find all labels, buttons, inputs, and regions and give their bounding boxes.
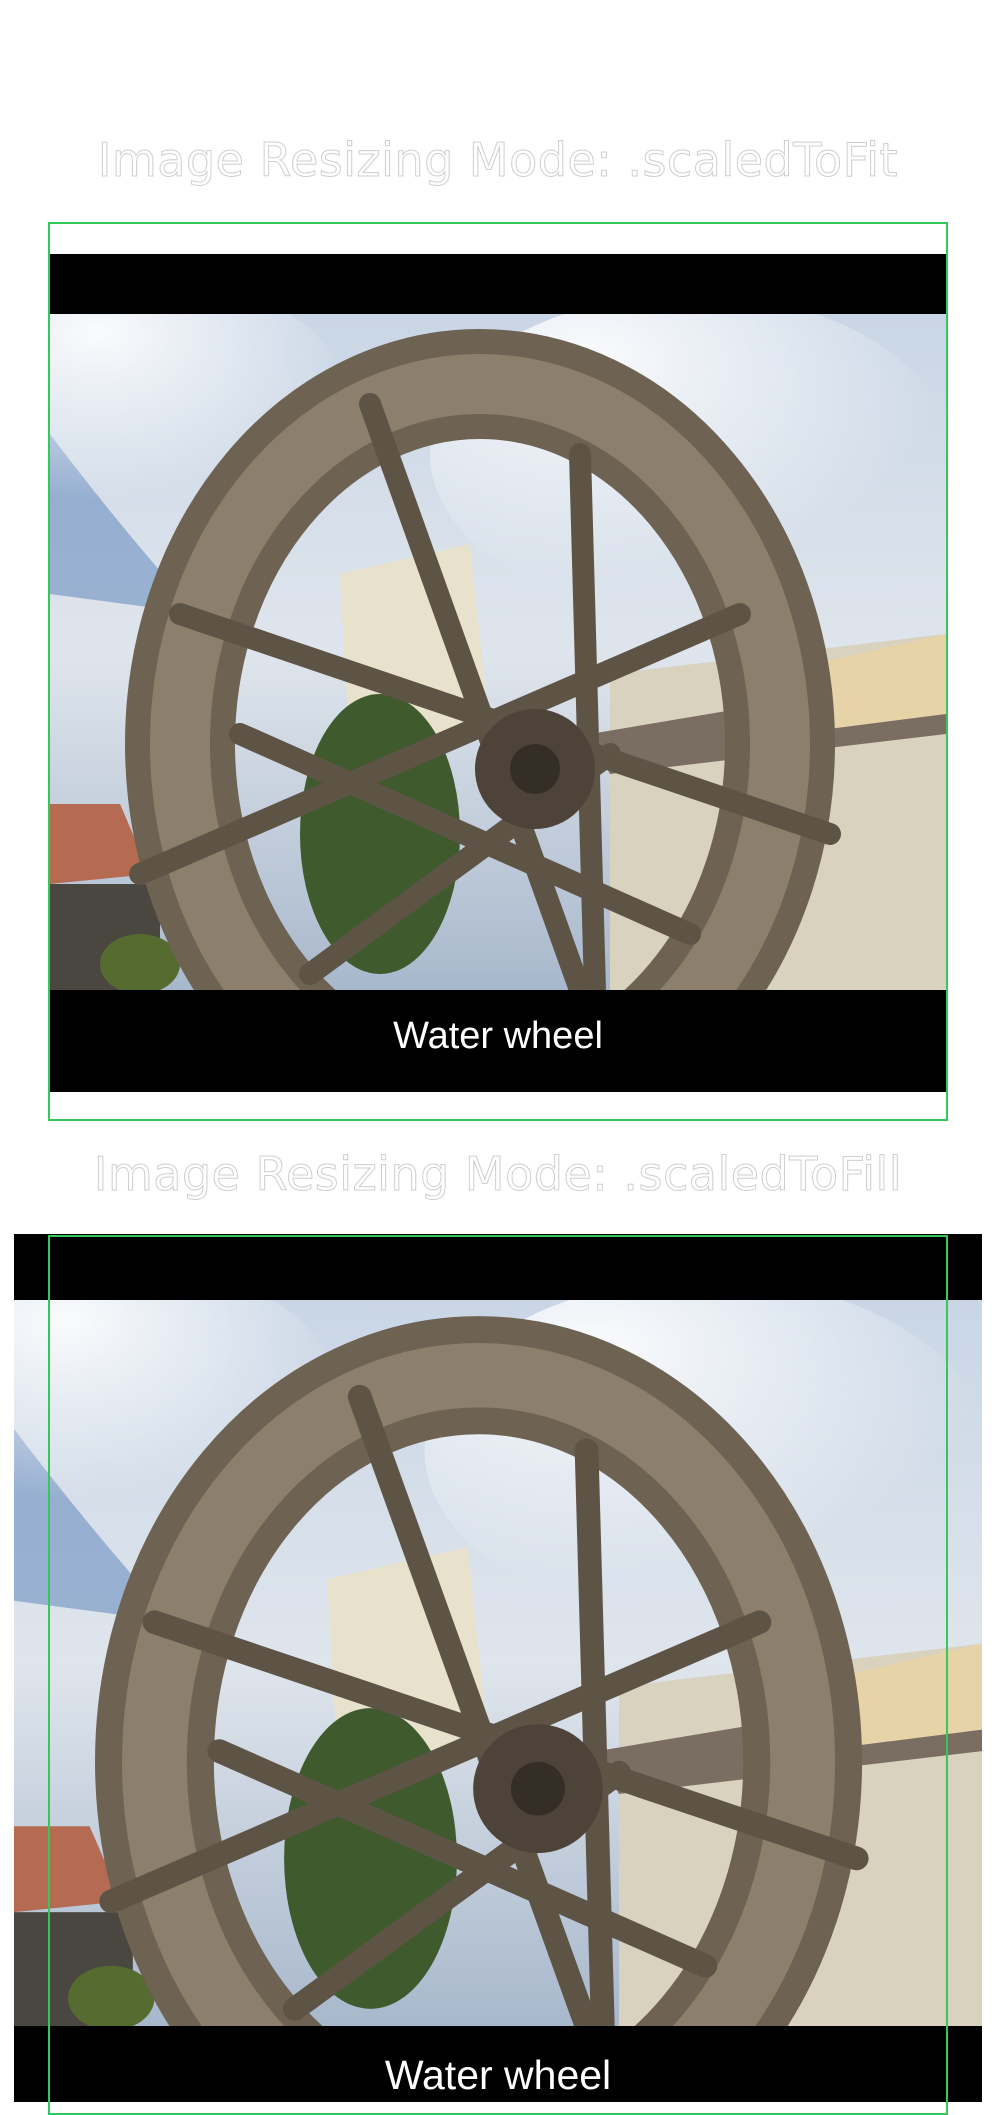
water-wheel-photo	[50, 314, 946, 990]
mode-title-scaled-to-fit: Image Resizing Mode: .scaledToFit	[97, 133, 899, 188]
scaled-to-fill-image-container: Water wheel	[14, 1234, 982, 2102]
image-caption: Water wheel	[384, 2052, 612, 2098]
scaled-to-fit-image-container: Water wheel	[50, 254, 946, 1092]
water-wheel-photo	[14, 1300, 982, 2026]
mode-title-scaled-to-fill: Image Resizing Mode: .scaledToFill	[93, 1147, 903, 1202]
image-caption: Water wheel	[393, 1015, 603, 1057]
